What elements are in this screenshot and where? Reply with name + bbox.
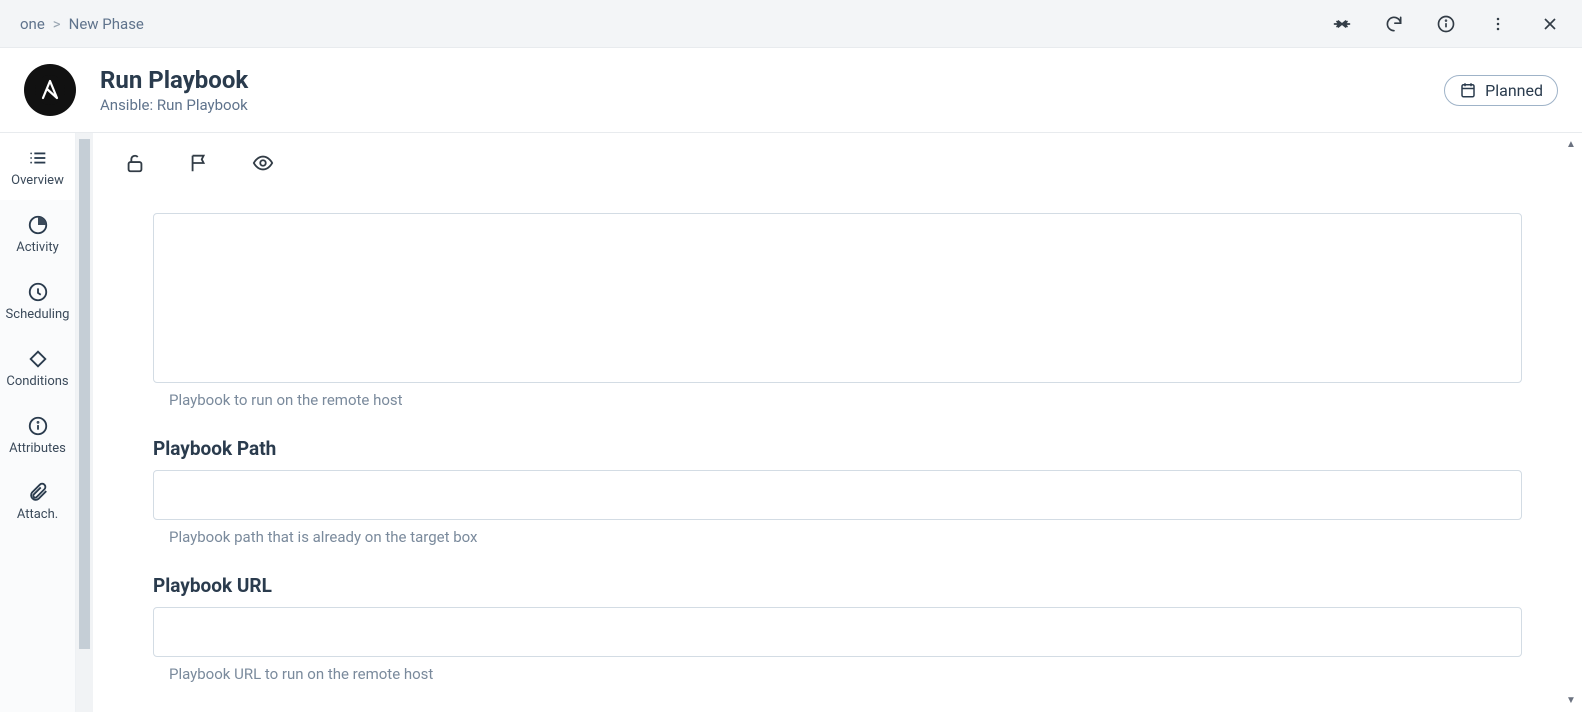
playbook-path-label: Playbook Path <box>153 437 1522 460</box>
nav-item-conditions[interactable]: Conditions <box>0 334 75 401</box>
nav-label: Attributes <box>9 441 66 458</box>
playbook-path-input[interactable] <box>153 470 1522 520</box>
playbook-helper: Playbook to run on the remote host <box>153 391 1522 409</box>
nav-label: Activity <box>16 240 59 257</box>
top-actions <box>1330 12 1562 36</box>
unlock-icon[interactable] <box>121 149 149 177</box>
content-actions <box>93 133 1582 193</box>
list-icon <box>27 147 49 169</box>
sidenav-scroll-thumb[interactable] <box>79 139 90 649</box>
content: Playbook to run on the remote host Playb… <box>93 133 1582 712</box>
nav-label: Attach. <box>17 507 58 524</box>
playbook-url-input[interactable] <box>153 607 1522 657</box>
eye-icon[interactable] <box>249 149 277 177</box>
info-circle-icon <box>27 415 49 437</box>
body: Overview Activity Scheduling Conditions … <box>0 133 1582 712</box>
playbook-textarea[interactable] <box>153 213 1522 383</box>
close-icon[interactable] <box>1538 12 1562 36</box>
title-block: Run Playbook Ansible: Run Playbook <box>100 66 248 114</box>
nav-item-overview[interactable]: Overview <box>0 133 75 200</box>
breadcrumb: one > New Phase <box>20 15 144 33</box>
status-label: Planned <box>1485 81 1543 100</box>
topbar: one > New Phase <box>0 0 1582 48</box>
playbook-url-label: Playbook URL <box>153 574 1522 597</box>
nav-item-activity[interactable]: Activity <box>0 200 75 267</box>
side-nav: Overview Activity Scheduling Conditions … <box>0 133 76 712</box>
page-subtitle: Ansible: Run Playbook <box>100 96 248 114</box>
info-icon[interactable] <box>1434 12 1458 36</box>
more-icon[interactable] <box>1486 12 1510 36</box>
clock-icon <box>27 281 49 303</box>
sidenav-scrollbar[interactable] <box>76 133 93 712</box>
calendar-icon <box>1459 81 1477 99</box>
ansible-logo <box>24 64 76 116</box>
nav-label: Conditions <box>6 374 68 391</box>
collapse-icon[interactable] <box>1330 12 1354 36</box>
playbook-url-helper: Playbook URL to run on the remote host <box>153 665 1522 683</box>
nav-label: Scheduling <box>6 307 70 324</box>
nav-item-scheduling[interactable]: Scheduling <box>0 267 75 334</box>
breadcrumb-separator: > <box>53 15 61 33</box>
page-title: Run Playbook <box>100 66 248 94</box>
header-left: Run Playbook Ansible: Run Playbook <box>24 64 248 116</box>
playbook-path-helper: Playbook path that is already on the tar… <box>153 528 1522 546</box>
page-header: Run Playbook Ansible: Run Playbook Plann… <box>0 48 1582 133</box>
status-pill[interactable]: Planned <box>1444 75 1558 106</box>
pie-icon <box>27 214 49 236</box>
refresh-icon[interactable] <box>1382 12 1406 36</box>
flag-icon[interactable] <box>185 149 213 177</box>
nav-label: Overview <box>11 173 64 190</box>
nav-item-attachments[interactable]: Attach. <box>0 467 75 534</box>
breadcrumb-root[interactable]: one <box>20 15 45 33</box>
diamond-icon <box>27 348 49 370</box>
breadcrumb-current: New Phase <box>69 15 144 33</box>
form-area: Playbook to run on the remote host Playb… <box>93 193 1582 712</box>
nav-item-attributes[interactable]: Attributes <box>0 401 75 468</box>
paperclip-icon <box>27 481 49 503</box>
